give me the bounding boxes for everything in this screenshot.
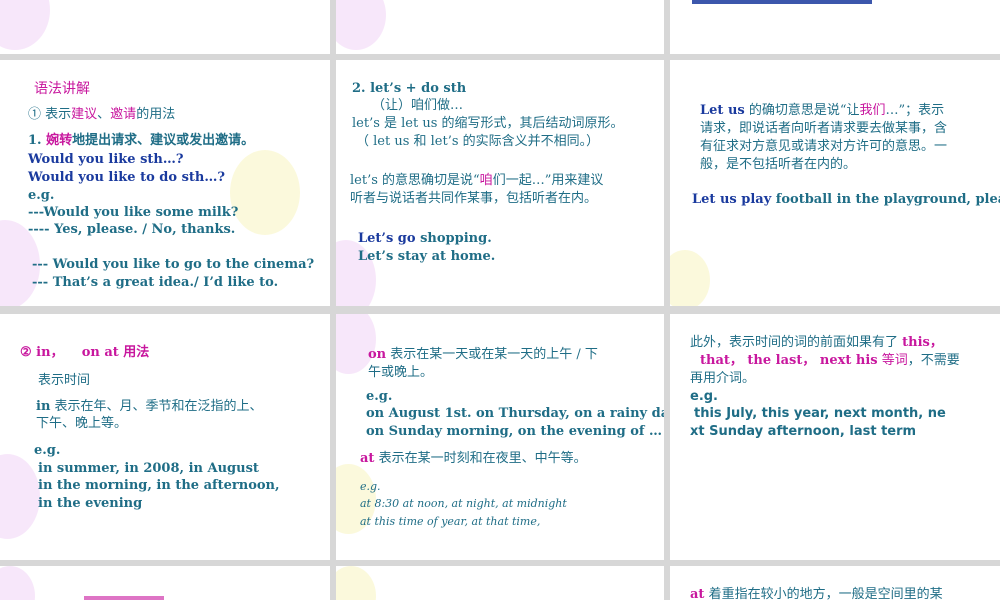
explanation: 午或晚上。 [368, 365, 434, 380]
explanation: （ let us 和 let’s 的实际含义并不相同。） [356, 134, 600, 149]
pattern-1: Would you like sth…? [28, 152, 184, 167]
example-line: at this time of year, at that time, [360, 515, 541, 528]
balloon-decoration [670, 250, 710, 306]
example-line: in the evening [38, 496, 143, 511]
explanation: 有征求对方意见或请求对方许可的意思。一 [700, 139, 948, 154]
explanation: that， the last， next his 等词，不需要 [700, 353, 960, 368]
heading: 2. let’s + do sth [352, 81, 467, 96]
subheading: 表示时间 [38, 373, 91, 388]
slide-in-on-at: ② in， on at 用法 表示时间 in 表示在年、月、季节和在泛指的上、 … [0, 314, 330, 560]
example-line: Let’s go shopping. [358, 231, 492, 246]
example-label: e.g. [28, 188, 55, 203]
section-title: 语法讲解 [34, 81, 90, 97]
meaning: （让）咱们做… [372, 98, 464, 113]
explanation: 听者与说话者共同作某事，包括听者在内。 [350, 191, 598, 206]
section-heading: ② in， on at 用法 [20, 345, 150, 360]
example-line: this July, this year, next month, ne [694, 406, 946, 421]
explanation: at 着重指在较小的地方，一般是空间里的某 [690, 587, 943, 600]
slide-grammar-explanation: 语法讲解 ① 表示建议、邀请的用法 1. 婉转地提出请求、建议或发出邀请。 Wo… [0, 60, 330, 306]
example-line: in summer, in 2008, in August [38, 461, 259, 476]
explanation: 下午、晚上等。 [36, 416, 128, 431]
subtitle: ① 表示建议、邀请的用法 [28, 107, 176, 122]
example-line: ---- Yes, please. / No, thanks. [28, 222, 236, 237]
example-label: e.g. [34, 443, 61, 458]
explanation: 再用介词。 [690, 371, 756, 386]
example-line: --- That’s a great idea./ I’d like to. [32, 275, 279, 290]
slide-top-right [670, 0, 1000, 54]
example-line: --- Would you like to go to the cinema? [32, 257, 315, 272]
balloon-decoration [336, 0, 386, 50]
explanation: 请求，即说话者向听者请求要去做某事，含 [700, 121, 948, 136]
example-line: on August 1st. on Thursday, on a rainy d… [366, 406, 664, 421]
slide-lets: 2. let’s + do sth （让）咱们做… let’s 是 let us… [336, 60, 664, 306]
balloon-decoration [0, 0, 50, 50]
balloon-decoration [0, 454, 40, 539]
example-line: Let us play football in the playground, … [692, 192, 1000, 207]
example-label: e.g. [690, 389, 718, 404]
slide-bottom-left [0, 566, 330, 600]
explanation: 般，是不包括听者在内的。 [700, 157, 857, 172]
example-label: e.g. [360, 480, 381, 493]
point-1: 1. 婉转地提出请求、建议或发出邀请。 [28, 133, 255, 148]
slide-no-preposition: 此外，表示时间的词的前面如果有了 this， that， the last， n… [670, 314, 1000, 560]
example-line: ---Would you like some milk? [28, 205, 239, 220]
balloon-decoration [230, 150, 300, 235]
slide-on-at: on 表示在某一天或在某一天的上午 / 下 午或晚上。 e.g. on Augu… [336, 314, 664, 560]
explanation: 此外，表示时间的词的前面如果有了 this， [690, 335, 943, 350]
example-line: Let’s stay at home. [358, 249, 496, 264]
balloon-decoration [336, 566, 376, 600]
slide-top-middle [336, 0, 664, 54]
cropped-text-line [84, 596, 164, 600]
cropped-text-line [692, 0, 872, 4]
explanation: in 表示在年、月、季节和在泛指的上、 [36, 399, 263, 414]
example-line: at 8:30 at noon, at night, at midnight [360, 497, 567, 510]
slide-bottom-middle [336, 566, 664, 600]
slide-bottom-right: at 着重指在较小的地方，一般是空间里的某 [670, 566, 1000, 600]
example-line: on Sunday morning, on the evening of … [366, 424, 663, 439]
pattern-2: Would you like to do sth…? [28, 170, 225, 185]
explanation: let’s 是 let us 的缩写形式，其后结动词原形。 [352, 116, 624, 131]
explanation: at 表示在某一时刻和在夜里、中午等。 [360, 451, 587, 466]
explanation: Let us 的确切意思是说“让我们…”；表示 [700, 103, 945, 118]
example-line: in the morning, in the afternoon, [38, 478, 280, 493]
example-label: e.g. [366, 389, 393, 404]
explanation: let’s 的意思确切是说“咱们一起…”用来建议 [350, 173, 604, 188]
example-line: xt Sunday afternoon, last term [690, 424, 917, 439]
explanation: on 表示在某一天或在某一天的上午 / 下 [368, 347, 598, 362]
balloon-decoration [0, 566, 35, 600]
slide-top-left [0, 0, 330, 54]
slide-let-us: Let us 的确切意思是说“让我们…”；表示 请求，即说话者向听者请求要去做某… [670, 60, 1000, 306]
